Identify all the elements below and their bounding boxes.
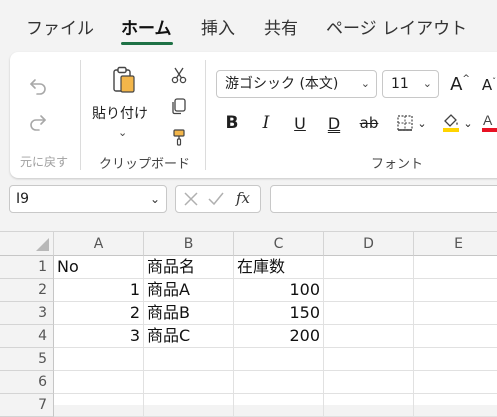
cell-d7[interactable] [324, 394, 414, 417]
cell-c5[interactable] [234, 348, 324, 371]
cell-e4[interactable] [414, 325, 497, 348]
svg-text:A: A [483, 112, 493, 128]
ribbon: 元に戻す 貼り付け ⌄ クリップボード 游ゴシック (本文) ⌄ 11 ⌄ A ^… [10, 52, 497, 178]
enter-check-icon[interactable] [207, 189, 225, 213]
borders-icon[interactable] [394, 112, 416, 134]
format-painter-icon[interactable] [168, 126, 190, 148]
font-name-value: 游ゴシック (本文) [225, 76, 339, 92]
undo-icon[interactable] [26, 74, 50, 98]
select-all-button[interactable] [0, 232, 54, 256]
cell-e7[interactable] [414, 394, 497, 417]
insert-function-icon[interactable]: fx [236, 189, 250, 207]
paste-icon[interactable] [107, 64, 141, 96]
font-color-icon[interactable]: A [479, 110, 497, 134]
cell-a2[interactable]: 1 [54, 279, 144, 302]
cell-b1[interactable]: 商品名 [144, 256, 234, 279]
cell-e1[interactable] [414, 256, 497, 279]
cell-e3[interactable] [414, 302, 497, 325]
font-name-select[interactable]: 游ゴシック (本文) ⌄ [216, 70, 377, 98]
redo-icon[interactable] [26, 110, 50, 134]
fill-color-icon[interactable] [440, 110, 462, 134]
italic-icon[interactable]: I [255, 112, 277, 134]
cell-d6[interactable] [324, 371, 414, 394]
tab-insert[interactable]: 挿入 [201, 14, 235, 39]
row-header[interactable]: 6 [0, 371, 54, 394]
font-size-value: 11 [391, 76, 409, 92]
column-header-a[interactable]: A [54, 232, 144, 256]
cell-c3[interactable]: 150 [234, 302, 324, 325]
name-box-value: I9 [16, 191, 30, 207]
chevron-down-icon: ⌄ [360, 77, 370, 90]
cell-a7[interactable] [54, 394, 144, 417]
double-underline-icon[interactable]: D [323, 112, 345, 134]
cell-b6[interactable] [144, 371, 234, 394]
select-all-triangle-icon [36, 238, 49, 251]
column-header-e[interactable]: E [414, 232, 497, 256]
chevron-down-icon: ⌄ [422, 77, 432, 90]
name-box[interactable]: I9 ⌄ [9, 185, 167, 213]
cell-b2[interactable]: 商品A [144, 279, 234, 302]
cell-e2[interactable] [414, 279, 497, 302]
cell-d5[interactable] [324, 348, 414, 371]
chevron-down-icon[interactable]: ⌄ [416, 114, 428, 132]
paste-button[interactable]: 貼り付け [92, 103, 148, 123]
cell-a1[interactable]: No [54, 256, 144, 279]
tab-home[interactable]: ホーム [121, 14, 172, 39]
cell-c2[interactable]: 100 [234, 279, 324, 302]
font-size-select[interactable]: 11 ⌄ [382, 70, 439, 98]
cell-d1[interactable] [324, 256, 414, 279]
cell-b5[interactable] [144, 348, 234, 371]
clipboard-group-label: クリップボード [99, 157, 191, 172]
row-header[interactable]: 1 [0, 256, 54, 279]
cell-c4[interactable]: 200 [234, 325, 324, 348]
cell-a6[interactable] [54, 371, 144, 394]
copy-icon[interactable] [168, 95, 190, 117]
row-header[interactable]: 7 [0, 394, 54, 417]
formula-input[interactable] [270, 185, 497, 213]
ribbon-separator [205, 60, 206, 170]
formula-bar: I9 ⌄ fx [0, 183, 497, 215]
cell-c7[interactable] [234, 394, 324, 417]
row-header[interactable]: 2 [0, 279, 54, 302]
ribbon-tabs: ファイル ホーム 挿入 共有 ページ レイアウト [0, 0, 497, 48]
cut-icon[interactable] [168, 64, 190, 86]
cell-a3[interactable]: 2 [54, 302, 144, 325]
chevron-down-icon: ⌄ [149, 192, 160, 206]
active-tab-indicator [121, 42, 173, 45]
column-header-b[interactable]: B [144, 232, 234, 256]
cancel-icon[interactable] [182, 189, 200, 213]
font-group-label: フォント [371, 157, 424, 172]
column-header-c[interactable]: C [234, 232, 324, 256]
undo-group-label: 元に戻す [20, 155, 69, 169]
cell-b7[interactable] [144, 394, 234, 417]
paste-dropdown-chevron-icon[interactable]: ⌄ [118, 126, 127, 139]
cell-e5[interactable] [414, 348, 497, 371]
cell-d3[interactable] [324, 302, 414, 325]
increase-font-size-icon[interactable]: A ^ [447, 72, 473, 96]
tab-share[interactable]: 共有 [264, 14, 298, 39]
cell-b4[interactable]: 商品C [144, 325, 234, 348]
cell-d2[interactable] [324, 279, 414, 302]
cell-a4[interactable]: 3 [54, 325, 144, 348]
formula-controls: fx [175, 185, 261, 213]
tab-page-layout[interactable]: ページ レイアウト [326, 14, 467, 39]
row-header[interactable]: 3 [0, 302, 54, 325]
row-header[interactable]: 4 [0, 325, 54, 348]
column-header-d[interactable]: D [324, 232, 414, 256]
decrease-font-size-icon[interactable]: Aˇ [476, 74, 497, 96]
cell-e6[interactable] [414, 371, 497, 394]
row-header[interactable]: 5 [0, 348, 54, 371]
spreadsheet-grid: A B C D E 1 2 3 4 5 6 7 No 商品名 在庫数 1 商品A… [0, 231, 497, 417]
underline-icon[interactable]: U [289, 112, 311, 134]
cell-c6[interactable] [234, 371, 324, 394]
tab-file[interactable]: ファイル [26, 14, 94, 39]
cell-d4[interactable] [324, 325, 414, 348]
bold-icon[interactable]: B [221, 112, 243, 134]
cell-a5[interactable] [54, 348, 144, 371]
cell-c1[interactable]: 在庫数 [234, 256, 324, 279]
chevron-down-icon[interactable]: ⌄ [462, 114, 474, 132]
strikethrough-icon[interactable]: ab [357, 112, 381, 134]
cell-b3[interactable]: 商品B [144, 302, 234, 325]
ribbon-separator [80, 60, 81, 170]
